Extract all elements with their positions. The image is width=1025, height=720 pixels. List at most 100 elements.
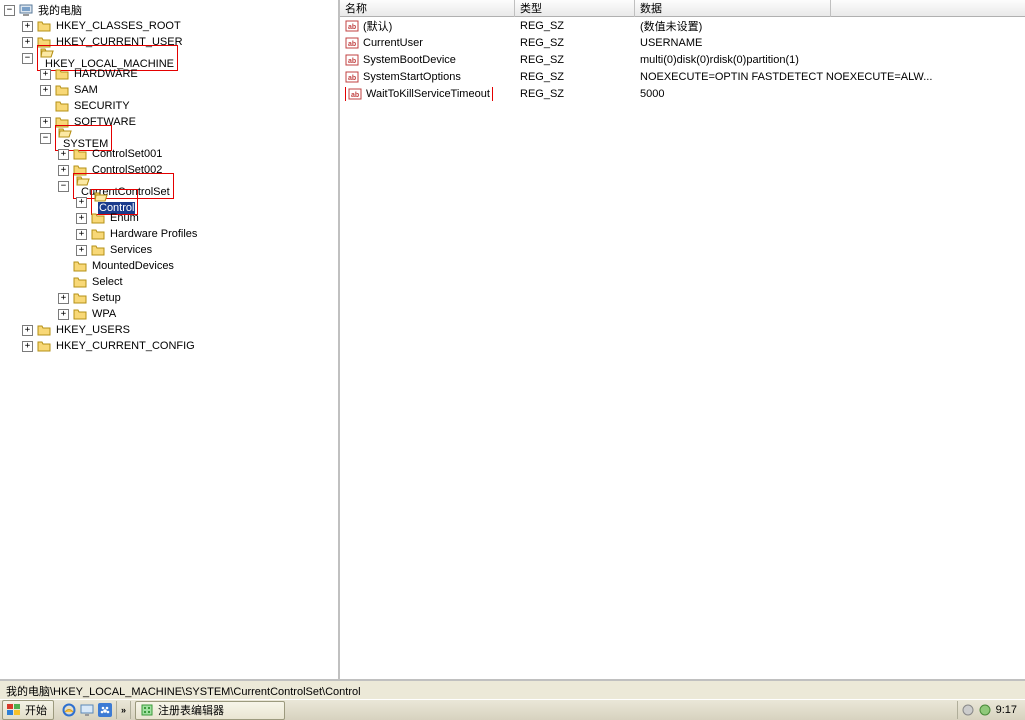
expand-icon[interactable]: + — [22, 341, 33, 352]
regedit-icon — [140, 703, 154, 717]
tree-item-hkcc[interactable]: + HKEY_CURRENT_CONFIG — [0, 338, 338, 354]
computer-icon — [19, 3, 33, 17]
collapse-icon[interactable]: − — [22, 53, 33, 64]
tree-item-hku[interactable]: + HKEY_USERS — [0, 322, 338, 338]
folder-icon — [55, 68, 69, 80]
tree-item-hklm[interactable]: − HKEY_LOCAL_MACHINE — [0, 50, 338, 66]
value-name: (默认) — [363, 18, 392, 34]
svg-text:ab: ab — [351, 92, 359, 99]
value-type: REG_SZ — [515, 54, 635, 66]
folder-icon — [37, 324, 51, 336]
list-body[interactable]: ab(默认)REG_SZ(数值未设置)abCurrentUserREG_SZUS… — [340, 17, 1025, 679]
system-tray[interactable]: 9:17 — [957, 701, 1021, 719]
folder-icon — [37, 20, 51, 32]
folder-icon — [73, 148, 87, 160]
list-header: 名称 类型 数据 — [340, 0, 1025, 17]
tree-item-hwprofiles[interactable]: + Hardware Profiles — [0, 226, 338, 242]
folder-icon — [37, 340, 51, 352]
expand-icon[interactable]: + — [22, 21, 33, 32]
expand-icon[interactable]: + — [76, 229, 87, 240]
tree-item-hkcr[interactable]: + HKEY_CLASSES_ROOT — [0, 18, 338, 34]
task-button-regedit[interactable]: 注册表编辑器 — [135, 701, 285, 720]
expand-icon[interactable]: + — [76, 245, 87, 256]
tree-item-system[interactable]: − SYSTEM — [0, 130, 338, 146]
list-row[interactable]: abSystemBootDeviceREG_SZmulti(0)disk(0)r… — [340, 51, 1025, 68]
tree-item-security[interactable]: SECURITY — [0, 98, 338, 114]
expand-icon[interactable]: + — [40, 69, 51, 80]
tree-panel[interactable]: − 我的电脑 + HKEY_CLASSES_ROOT + HKEY_CURREN… — [0, 0, 340, 679]
expand-icon[interactable]: + — [22, 325, 33, 336]
tree-item-wpa[interactable]: + WPA — [0, 306, 338, 322]
tree-item-select[interactable]: Select — [0, 274, 338, 290]
expand-icon[interactable]: + — [58, 165, 69, 176]
collapse-icon[interactable]: − — [40, 133, 51, 144]
folder-open-icon — [94, 190, 135, 202]
string-value-icon: ab — [345, 36, 359, 50]
string-value-icon: ab — [345, 19, 359, 33]
tree-item-setup[interactable]: + Setup — [0, 290, 338, 306]
list-row[interactable]: ab(默认)REG_SZ(数值未设置) — [340, 17, 1025, 34]
string-value-icon: ab — [345, 70, 359, 84]
tree-root[interactable]: − 我的电脑 — [0, 2, 338, 18]
value-data: 5000 — [635, 88, 1025, 100]
expand-icon[interactable]: + — [58, 293, 69, 304]
string-value-icon: ab — [348, 87, 362, 101]
tree-item-cs001[interactable]: + ControlSet001 — [0, 146, 338, 162]
svg-text:ab: ab — [348, 41, 356, 48]
folder-icon — [73, 292, 87, 304]
expand-icon[interactable]: + — [58, 149, 69, 160]
quick-launch-chevron-icon[interactable]: » — [117, 701, 131, 719]
value-type: REG_SZ — [515, 20, 635, 32]
paw-icon[interactable] — [98, 703, 112, 717]
expand-icon[interactable]: + — [40, 85, 51, 96]
tree-item-software[interactable]: + SOFTWARE — [0, 114, 338, 130]
value-type: REG_SZ — [515, 71, 635, 83]
folder-icon — [73, 308, 87, 320]
collapse-icon[interactable]: − — [4, 5, 15, 16]
tray-icon[interactable] — [979, 704, 991, 716]
tray-clock[interactable]: 9:17 — [996, 704, 1017, 716]
collapse-icon[interactable]: − — [58, 181, 69, 192]
values-panel: 名称 类型 数据 ab(默认)REG_SZ(数值未设置)abCurrentUse… — [340, 0, 1025, 679]
list-row[interactable]: ab SystemStartOptions REG_SZNOEXECUTE=OPTI… — [340, 68, 1025, 85]
list-row[interactable]: abCurrentUserREG_SZUSERNAME — [340, 34, 1025, 51]
expand-icon[interactable]: + — [22, 37, 33, 48]
folder-open-icon — [58, 126, 109, 138]
folder-icon — [91, 212, 105, 224]
ie-icon[interactable] — [62, 703, 76, 717]
svg-text:ab: ab — [348, 75, 356, 82]
string-value-icon: ab — [345, 53, 359, 67]
value-name: SystemStartOptions — [363, 71, 461, 83]
col-header-name[interactable]: 名称 — [340, 0, 515, 17]
value-data: USERNAME — [635, 37, 1025, 49]
desktop-icon[interactable] — [80, 703, 94, 717]
folder-icon — [73, 260, 87, 272]
expand-icon[interactable]: + — [76, 197, 87, 208]
tree-item-services[interactable]: + Services — [0, 242, 338, 258]
tree-item-sam[interactable]: + SAM — [0, 82, 338, 98]
folder-icon — [55, 100, 69, 112]
value-type: REG_SZ — [515, 88, 635, 100]
svg-text:ab: ab — [348, 58, 356, 65]
col-header-type[interactable]: 类型 — [515, 0, 635, 17]
tree-item-mounted[interactable]: MountedDevices — [0, 258, 338, 274]
value-name: SystemBootDevice — [363, 54, 456, 66]
start-button[interactable]: 开始 — [2, 700, 54, 720]
tray-icon[interactable] — [962, 704, 974, 716]
list-row[interactable]: ab WaitToKillServiceTimeout REG_SZ5000 — [340, 85, 1025, 102]
status-bar: 我的电脑\HKEY_LOCAL_MACHINE\SYSTEM\CurrentCo… — [0, 680, 1025, 699]
value-name: CurrentUser — [363, 37, 423, 49]
windows-logo-icon — [6, 703, 21, 717]
tree-item-enum[interactable]: + Enum — [0, 210, 338, 226]
folder-open-icon — [76, 174, 171, 186]
folder-icon — [55, 84, 69, 96]
col-header-data[interactable]: 数据 — [635, 0, 831, 17]
value-data: NOEXECUTE=OPTIN FASTDETECT NOEXECUTE=ALW… — [635, 71, 1025, 83]
status-path: 我的电脑\HKEY_LOCAL_MACHINE\SYSTEM\CurrentCo… — [6, 686, 361, 698]
expand-icon[interactable]: + — [76, 213, 87, 224]
tree-item-ccs[interactable]: − CurrentControlSet — [0, 178, 338, 194]
value-name: WaitToKillServiceTimeout — [366, 88, 490, 100]
svg-text:ab: ab — [348, 24, 356, 31]
expand-icon[interactable]: + — [58, 309, 69, 320]
expand-icon[interactable]: + — [40, 117, 51, 128]
